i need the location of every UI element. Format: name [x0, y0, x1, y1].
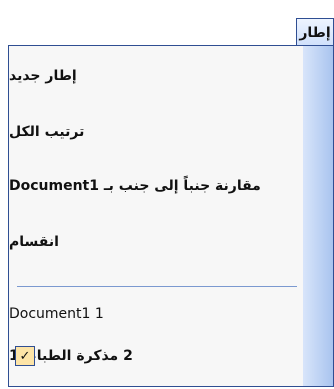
- menu-item-label: إطار جديد: [9, 68, 77, 84]
- menu-title-window[interactable]: إطار: [296, 18, 334, 46]
- menu-item-compare-side-by-side[interactable]: مقارنة جنباً إلى جنب بـ Document1: [9, 168, 333, 204]
- menu-item-print-note[interactable]: ✓ 2 مذكرة الطباعة1: [9, 338, 333, 374]
- menu-item-label: Document1 1: [9, 306, 104, 322]
- menu-separator: [17, 286, 297, 287]
- menu-item-split[interactable]: انقسام: [9, 224, 333, 260]
- menu-title-label: إطار: [299, 24, 331, 41]
- window-menu: إطار إطار جديد ترتيب الكل مقارنة جنباً إ…: [0, 0, 334, 389]
- menu-item-arrange-all[interactable]: ترتيب الكل: [9, 114, 333, 150]
- menu-item-label: ترتيب الكل: [9, 124, 85, 140]
- menu-item-document1[interactable]: Document1 1: [9, 296, 333, 332]
- menu-dropdown: إطار جديد ترتيب الكل مقارنة جنباً إلى جن…: [8, 45, 334, 387]
- menu-gutter: [303, 46, 333, 386]
- menu-item-label: انقسام: [9, 234, 59, 250]
- menu-item-new-window[interactable]: إطار جديد: [9, 58, 333, 94]
- menu-item-label: مقارنة جنباً إلى جنب بـ Document1: [9, 178, 261, 194]
- check-icon: ✓: [15, 346, 35, 366]
